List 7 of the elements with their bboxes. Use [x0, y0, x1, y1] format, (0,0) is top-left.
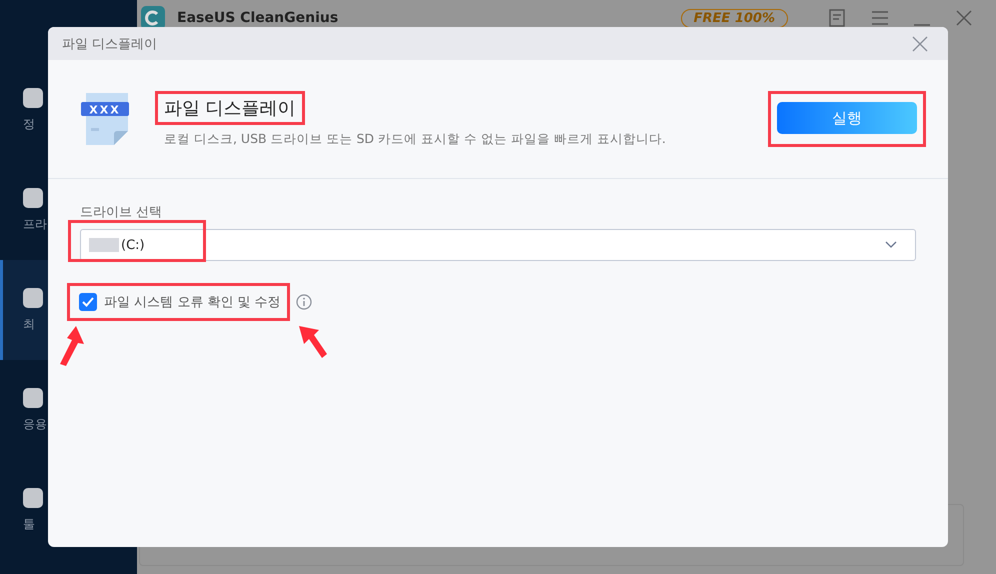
- app-title: EaseUS CleanGenius: [177, 10, 340, 26]
- checkbox-label: 파일 시스템 오류 확인 및 수정: [104, 294, 281, 311]
- drive-value: (C:): [121, 238, 145, 252]
- dialog-title: 파일 디스플레이: [62, 36, 158, 52]
- feature-title: 파일 디스플레이: [164, 96, 296, 120]
- feature-description: 로컬 디스크, USB 드라이브 또는 SD 카드에 표시할 수 없는 파일을 빠르게 표시합니다.: [164, 130, 666, 148]
- drive-label: 드라이브 선택: [80, 204, 164, 221]
